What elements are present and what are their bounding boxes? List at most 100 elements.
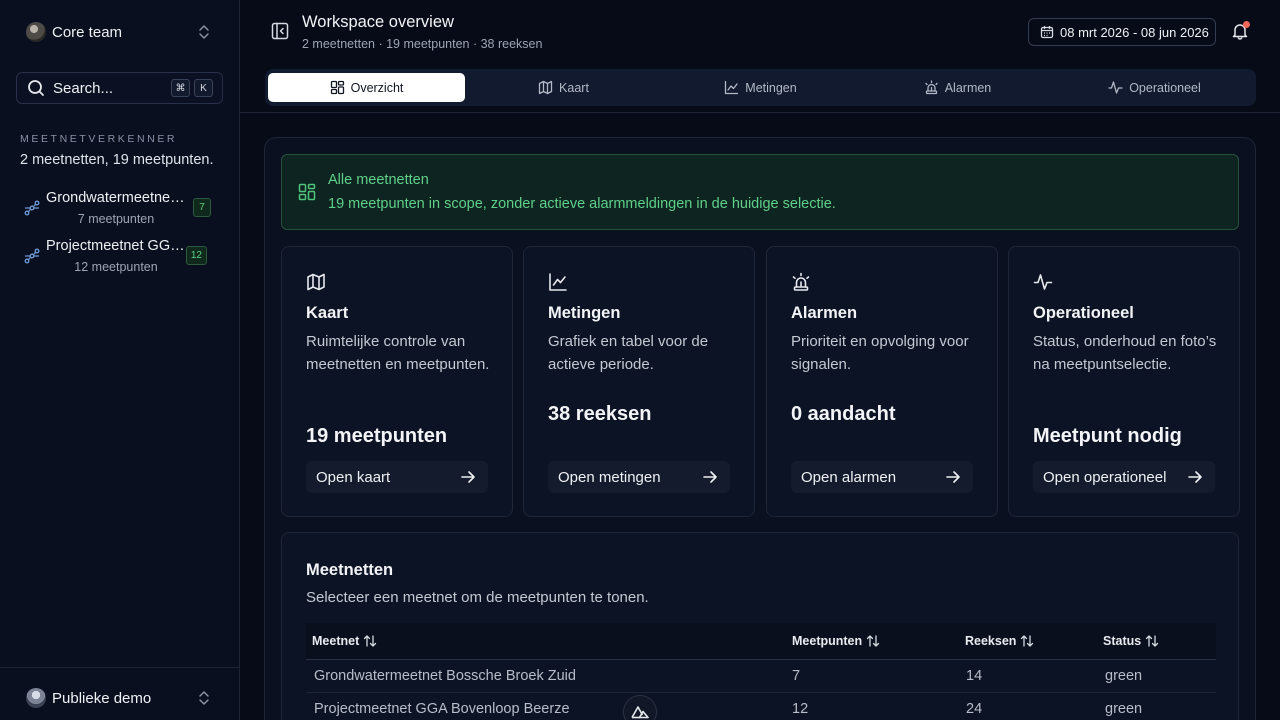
card-alarmen: Alarmen Prioriteit en opvolging voor sig… [766, 246, 998, 517]
map-icon [307, 273, 325, 291]
card-kaart: Kaart Ruimtelijke controle van meetnette… [281, 246, 513, 517]
chevrons-up-down-icon [199, 25, 209, 39]
workspace-name: Publieke demo [52, 689, 152, 707]
card-metingen: Metingen Grafiek en tabel voor de actiev… [523, 246, 755, 517]
arrow-right-icon [946, 471, 960, 483]
team-name: Core team [52, 23, 123, 41]
sidebar-footer: Publieke demo [0, 667, 239, 720]
button-label: Open alarmen [801, 468, 897, 486]
table-row[interactable]: Projectmeetnet GGA Bovenloop Beerze 12 2… [306, 693, 1216, 720]
tab-label: Operationeel [1129, 80, 1201, 95]
tab-label: Kaart [559, 80, 589, 95]
network-badge: 7 [193, 198, 211, 217]
card-description: Grafiek en tabel voor de actieve periode… [548, 333, 709, 373]
open-alarmen-button[interactable]: Open alarmen [791, 461, 973, 493]
sidebar-network-item[interactable]: Grondwatermeetnet Bossche Broek Zuid 7 m… [20, 190, 220, 230]
button-label: Open kaart [316, 468, 391, 486]
chevrons-up-down-icon [199, 691, 209, 705]
layout-dashboard-icon [298, 183, 316, 201]
alert-title: Alle meetnetten [328, 172, 429, 188]
cell-status: green [1105, 668, 1143, 684]
section-summary: 2 meetnetten, 19 meetpunten. [20, 152, 214, 168]
card-title: Kaart [306, 304, 349, 322]
sidebar-network-item[interactable]: Projectmeetnet GGA Bovenloop Beerze 12 m… [20, 238, 220, 278]
sidebar-toggle-icon[interactable] [271, 22, 289, 40]
status-alert: Alle meetnetten 19 meetpunten in scope, … [281, 154, 1239, 230]
team-avatar [26, 22, 46, 42]
alert-description: 19 meetpunten in scope, zonder actieve a… [328, 196, 836, 212]
network-count: 12 meetpunten [74, 260, 158, 274]
activity-icon [1108, 81, 1123, 94]
siren-icon [792, 272, 810, 291]
calendar-icon [1040, 26, 1054, 39]
networks-table-card: Meetnetten Selecteer een meetnet om de m… [281, 532, 1239, 720]
sort-icon [364, 635, 377, 647]
main: Workspace overview 2 meetnetten · 19 mee… [240, 0, 1280, 720]
page-title: Workspace overview [302, 13, 454, 31]
activity-icon [1033, 274, 1053, 290]
open-metingen-button[interactable]: Open metingen [548, 461, 730, 493]
team-switcher[interactable]: Core team [16, 18, 224, 46]
column-label: Reeksen [965, 634, 1017, 648]
cell-meetpunten: 12 [792, 701, 809, 717]
topbar: Workspace overview 2 meetnetten · 19 mee… [240, 0, 1280, 64]
network-count: 7 meetpunten [77, 212, 155, 226]
workspace-switcher[interactable]: Publieke demo [16, 684, 224, 712]
kbd-command: ⌘ [171, 79, 190, 97]
layout-dashboard-icon [330, 80, 344, 95]
sort-icon [866, 635, 880, 647]
tab-bar: Overzicht Kaart Metingen Alarmen Operati… [265, 69, 1256, 106]
section-label: MEETNETVERKENNER [20, 133, 178, 145]
card-value: 0 aandacht [791, 403, 896, 425]
sidebar: Core team Search... ⌘ K MEETNETVERKENNER… [0, 0, 240, 720]
network-name: Grondwatermeetnet Bossche Broek Zuid [46, 190, 186, 206]
tab-kaart[interactable]: Kaart [465, 73, 662, 102]
date-range-label: 08 mrt 2026 - 08 jun 2026 [1060, 24, 1209, 40]
column-label: Status [1103, 634, 1142, 648]
chart-line-icon [549, 273, 567, 291]
tab-metingen[interactable]: Metingen [662, 73, 859, 102]
column-label: Meetnet [312, 634, 360, 648]
cell-meetnet: Grondwatermeetnet Bossche Broek Zuid [314, 668, 576, 684]
card-title: Operationeel [1033, 304, 1134, 322]
card-operationeel: Operationeel Status, onderhoud en foto’s… [1008, 246, 1240, 517]
date-range-picker[interactable]: 08 mrt 2026 - 08 jun 2026 [1028, 18, 1216, 46]
tab-operationeel[interactable]: Operationeel [1056, 73, 1253, 102]
button-label: Open metingen [558, 468, 661, 486]
column-header-meetnet[interactable]: Meetnet [312, 634, 377, 648]
notification-dot [1243, 21, 1250, 28]
column-label: Meetpunten [792, 634, 863, 648]
tab-label: Metingen [745, 80, 797, 95]
table-header: Meetnet Meetpunten Reeksen Status [306, 623, 1216, 660]
sort-icon [1021, 635, 1034, 647]
arrow-right-icon [1188, 471, 1202, 483]
overview-panel: Alle meetnetten 19 meetpunten in scope, … [264, 137, 1256, 720]
tab-label: Alarmen [944, 80, 992, 95]
tab-label: Overzicht [350, 80, 404, 95]
page-subtitle: 2 meetnetten · 19 meetpunten · 38 reekse… [302, 37, 543, 51]
network-badge: 12 [185, 246, 207, 265]
column-header-meetpunten[interactable]: Meetpunten [792, 634, 880, 648]
card-value: 19 meetpunten [306, 425, 448, 447]
table-row[interactable]: Grondwatermeetnet Bossche Broek Zuid 7 1… [306, 660, 1216, 693]
sort-icon [1146, 635, 1159, 647]
chart-line-icon [725, 80, 739, 95]
network-icon [24, 200, 40, 216]
cell-status: green [1105, 701, 1143, 717]
nuxt-logo-icon [631, 706, 649, 719]
card-title: Alarmen [791, 304, 858, 322]
open-operationeel-button[interactable]: Open operationeel [1033, 461, 1215, 493]
cell-meetpunten: 7 [792, 668, 801, 684]
table-description: Selecteer een meetnet om de meetpunten t… [306, 589, 649, 606]
open-kaart-button[interactable]: Open kaart [306, 461, 488, 493]
workspace-avatar [26, 688, 46, 708]
cell-reeksen: 24 [966, 701, 983, 717]
tab-alarmen[interactable]: Alarmen [859, 73, 1056, 102]
search-icon [28, 80, 44, 96]
cell-reeksen: 14 [966, 668, 983, 684]
search-input[interactable]: Search... ⌘ K [16, 72, 223, 104]
cell-meetnet: Projectmeetnet GGA Bovenloop Beerze [314, 701, 570, 717]
column-header-status[interactable]: Status [1103, 634, 1159, 648]
tab-overzicht[interactable]: Overzicht [268, 73, 465, 102]
column-header-reeksen[interactable]: Reeksen [965, 634, 1034, 648]
